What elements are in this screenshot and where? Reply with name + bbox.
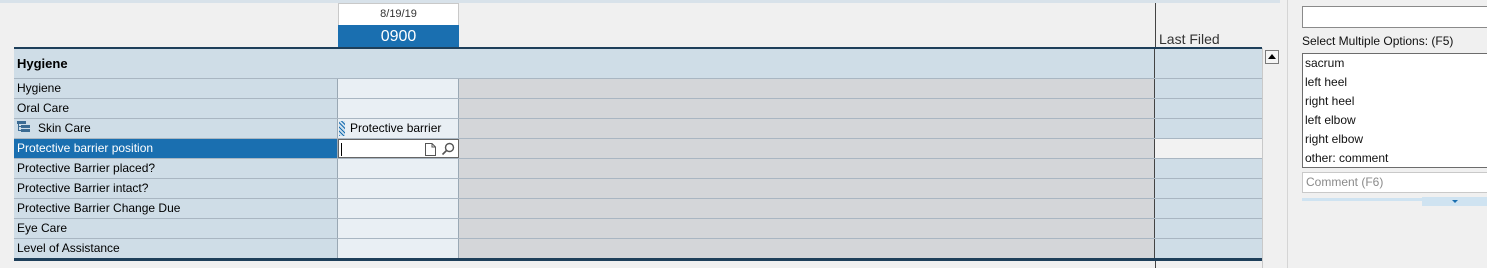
empty-column [459,239,1155,258]
last-filed-cell [1155,219,1262,238]
row-label: Protective Barrier Change Due [14,199,338,218]
row-label-skin-care: Skin Care [14,119,338,138]
table-row[interactable]: Protective Barrier Change Due [14,199,1262,219]
empty-column [459,119,1155,138]
empty-column [459,139,1155,158]
option-item[interactable]: sacrum [1303,54,1487,73]
table-row-selected[interactable]: Protective barrier position [14,139,1262,159]
value-cell[interactable] [338,199,459,218]
last-filed-cell [1155,139,1262,158]
last-filed-cell [1155,49,1262,78]
comment-input[interactable]: Comment (F6) [1302,172,1487,193]
last-filed-label: Last Filed [1159,31,1220,47]
row-label: Protective Barrier intact? [14,179,338,198]
option-item[interactable]: left heel [1303,73,1487,92]
column-time-header[interactable]: 0900 [338,25,459,48]
value-cell[interactable] [338,99,459,118]
empty-column [459,219,1155,238]
last-filed-cell [1155,239,1262,258]
value-input-cell[interactable] [338,139,459,158]
scroll-up-button[interactable] [1265,50,1279,64]
section-title: Hygiene [14,49,1155,78]
cell-value: Protective barrier [350,121,442,135]
empty-column [459,99,1155,118]
value-cell[interactable] [338,179,459,198]
search-icon[interactable] [441,142,455,159]
section-header-hygiene[interactable]: Hygiene [14,49,1262,79]
value-cell[interactable] [338,239,459,258]
chevron-down-icon [1452,200,1458,203]
last-filed-cell [1155,99,1262,118]
flowsheet-grid: Hygiene Hygiene Oral Care Skin Care Prot… [14,49,1262,259]
row-label: Protective barrier position [14,139,338,158]
tree-expand-icon[interactable] [17,119,32,138]
row-label-text: Skin Care [38,121,91,135]
value-cell[interactable] [338,79,459,98]
option-item[interactable]: right heel [1303,92,1487,111]
option-item[interactable]: left elbow [1303,111,1487,130]
option-item[interactable]: other: comment [1303,149,1487,168]
option-list[interactable]: sacrum left heel right heel left elbow r… [1302,53,1487,168]
table-row[interactable]: Eye Care [14,219,1262,239]
row-label: Eye Care [14,219,338,238]
table-row[interactable]: Protective Barrier intact? [14,179,1262,199]
row-label: Oral Care [14,99,338,118]
table-row[interactable]: Oral Care [14,99,1262,119]
empty-column [459,179,1155,198]
table-row[interactable]: Protective Barrier placed? [14,159,1262,179]
option-item[interactable]: right elbow [1303,130,1487,149]
grid-bottom-divider [14,258,1262,261]
top-band [0,0,1280,3]
empty-column [459,199,1155,218]
value-cell[interactable]: Protective barrier [338,119,459,138]
value-cell[interactable] [338,159,459,178]
text-cursor [341,143,342,156]
last-filed-cell [1155,79,1262,98]
expand-button[interactable] [1422,197,1487,206]
option-search-input[interactable] [1302,6,1487,28]
table-row[interactable]: Skin Care Protective barrier [14,119,1262,139]
last-filed-cell [1155,119,1262,138]
document-icon[interactable] [425,143,436,159]
row-label: Protective Barrier placed? [14,159,338,178]
row-label: Level of Assistance [14,239,338,258]
table-row[interactable]: Hygiene [14,79,1262,99]
last-filed-cell [1155,179,1262,198]
multi-select-label: Select Multiple Options: (F5) [1302,34,1454,48]
row-label: Hygiene [14,79,338,98]
last-filed-cell [1155,159,1262,178]
table-row[interactable]: Level of Assistance [14,239,1262,259]
empty-column [459,79,1155,98]
column-date: 8/19/19 [380,8,417,20]
vertical-scrollbar[interactable] [1262,48,1280,268]
value-flag-icon [339,121,345,136]
value-cell[interactable] [338,219,459,238]
empty-column [459,159,1155,178]
last-filed-cell [1155,199,1262,218]
arrow-up-icon [1268,54,1276,59]
